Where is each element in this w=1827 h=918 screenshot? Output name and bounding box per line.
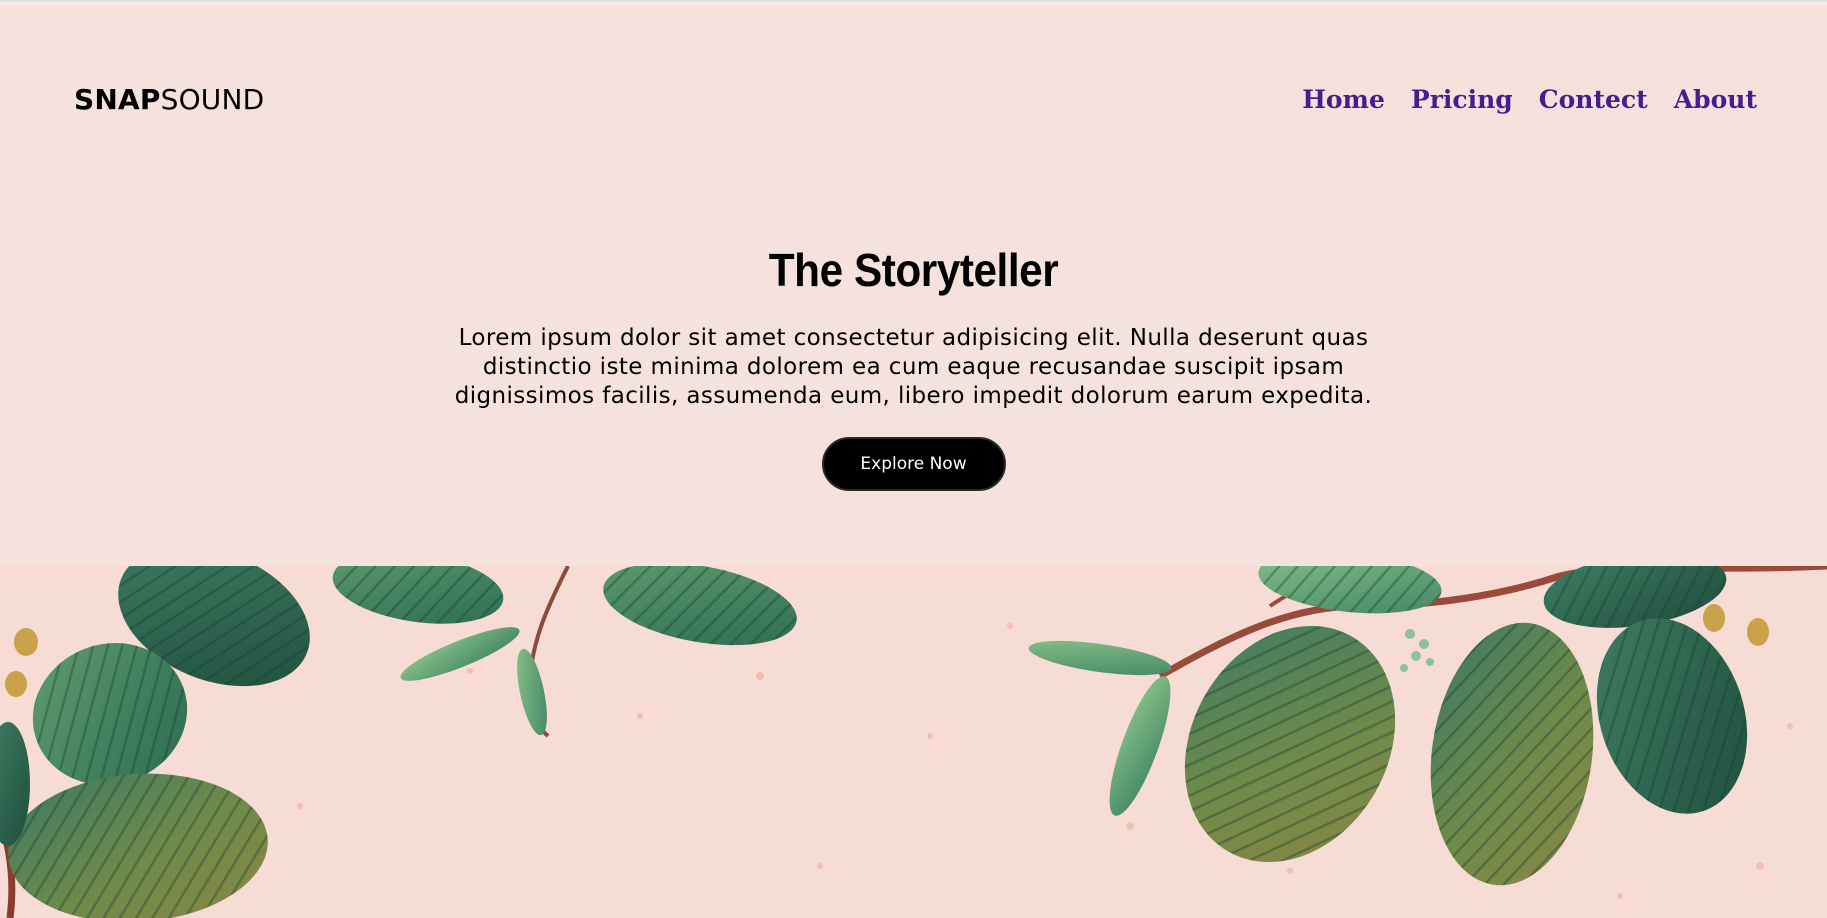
hero-title: The Storyteller <box>768 244 1059 296</box>
nav-link-about[interactable]: About <box>1674 82 1757 118</box>
hero-description: Lorem ipsum dolor sit amet consectetur a… <box>454 325 1373 409</box>
hero-section: The Storyteller Lorem ipsum dolor sit am… <box>0 230 1827 491</box>
nav-link-pricing[interactable]: Pricing <box>1411 82 1513 118</box>
leaves-artwork <box>0 566 1827 918</box>
main-nav: Home Pricing Contect About <box>1302 82 1757 118</box>
logo-snap: SNAP <box>74 83 161 116</box>
logo-sound: SOUND <box>160 83 265 116</box>
site-header: SNAPSOUND Home Pricing Contect About <box>0 0 1827 160</box>
nav-link-home[interactable]: Home <box>1302 82 1385 118</box>
brand-logo[interactable]: SNAPSOUND <box>74 82 264 118</box>
nav-link-contact[interactable]: Contect <box>1539 82 1648 118</box>
explore-now-button[interactable]: Explore Now <box>821 437 1006 491</box>
botanical-leaves-illustration <box>0 566 1827 918</box>
